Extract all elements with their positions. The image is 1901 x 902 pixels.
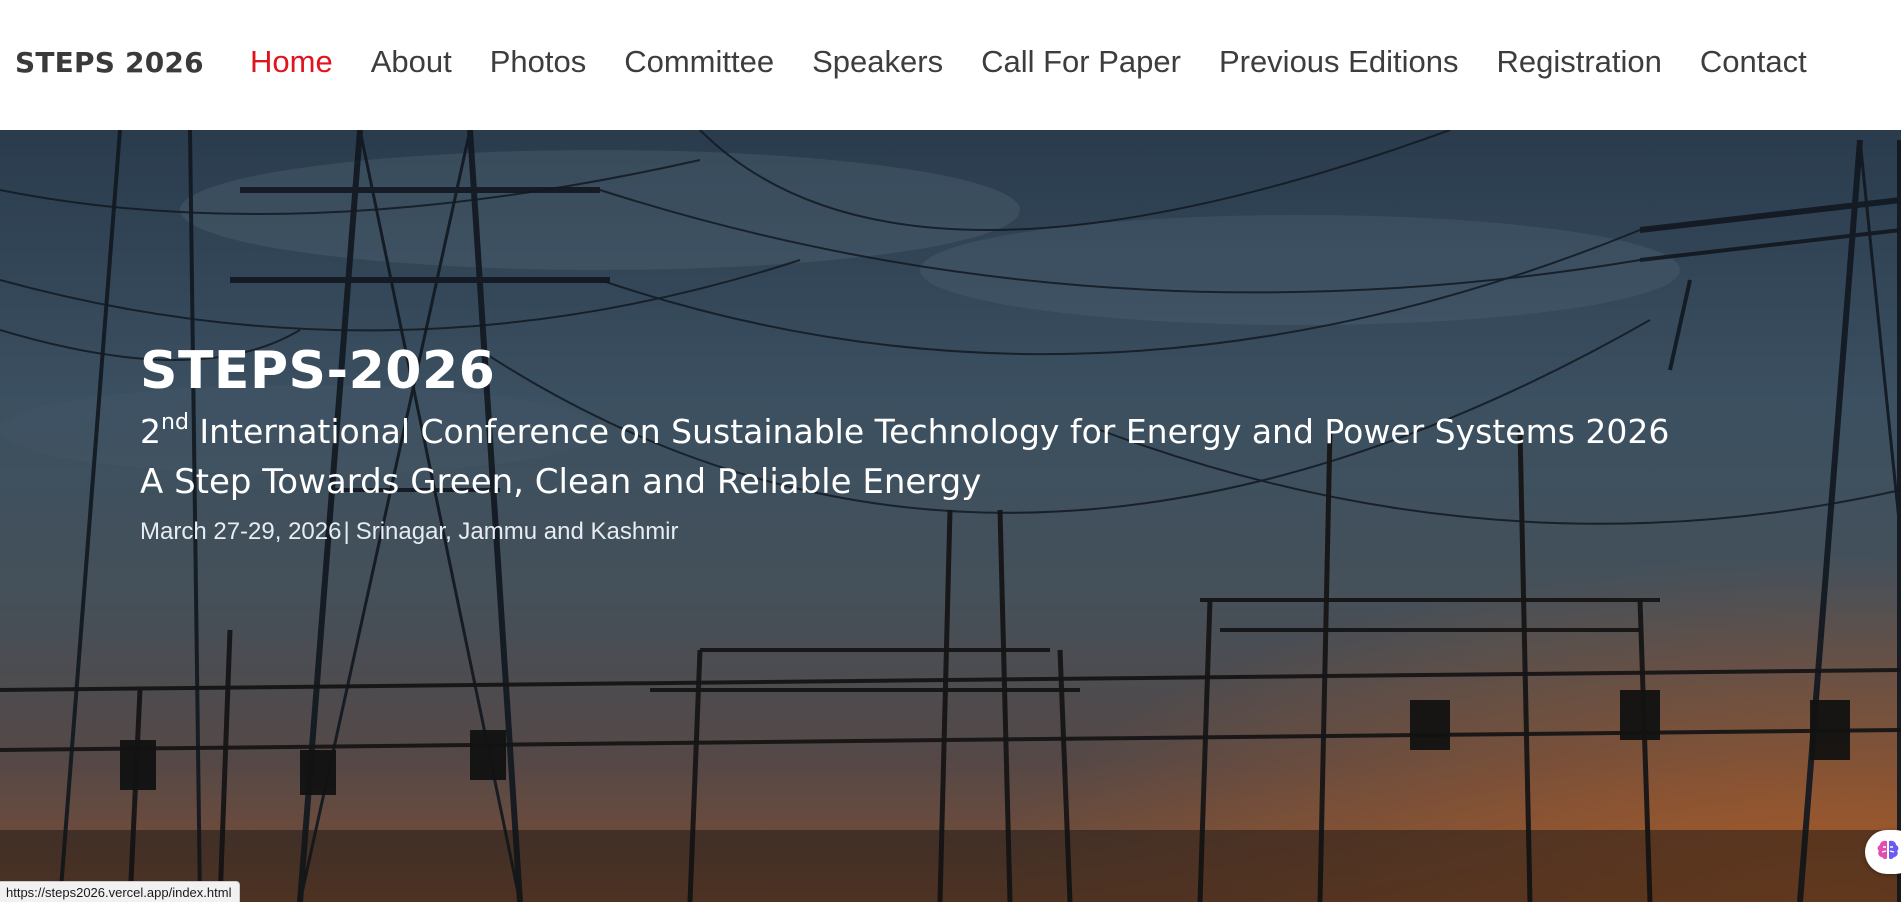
top-navbar: STEPS 2026 Home About Photos Committee S… [0, 0, 1901, 130]
event-location: Srinagar, Jammu and Kashmir [355, 517, 679, 545]
subtitle-suffix: nd [161, 410, 189, 435]
event-meta: March 27-29, 2026| Srinagar, Jammu and Ka… [140, 518, 1669, 546]
nav-item-contact[interactable]: Contact [1700, 44, 1807, 80]
nav-item-photos[interactable]: Photos [490, 44, 587, 80]
nav-item-registration[interactable]: Registration [1496, 44, 1661, 80]
nav-item-home[interactable]: Home [250, 44, 333, 80]
nav-item-about[interactable]: About [371, 44, 452, 80]
event-date: March 27-29, 2026 [140, 517, 342, 545]
nav-item-speakers[interactable]: Speakers [812, 44, 943, 80]
subtitle-ordinal: 2 [140, 412, 161, 451]
main-nav: Home About Photos Committee Speakers Cal… [250, 44, 1845, 80]
nav-item-previous-editions[interactable]: Previous Editions [1219, 44, 1459, 80]
status-bar-url: https://steps2026.vercel.app/index.html [0, 881, 241, 902]
hero-content: STEPS-2026 2nd International Conference … [140, 345, 1669, 546]
hero-title: STEPS-2026 [140, 341, 496, 401]
meta-separator: | [343, 517, 350, 545]
hero-subtitle: 2nd International Conference on Sustaina… [140, 411, 1669, 454]
nav-item-committee[interactable]: Committee [624, 44, 774, 80]
hero-banner: STEPS-2026 2nd International Conference … [0, 130, 1901, 902]
assistant-button[interactable] [1865, 830, 1901, 874]
subtitle-text: International Conference on Sustainable … [188, 412, 1670, 451]
site-brand[interactable]: STEPS 2026 [15, 46, 204, 79]
hero-tagline: A Step Towards Green, Clean and Reliable… [140, 461, 982, 502]
nav-item-call-for-paper[interactable]: Call For Paper [981, 44, 1181, 80]
brain-icon [1876, 839, 1900, 866]
